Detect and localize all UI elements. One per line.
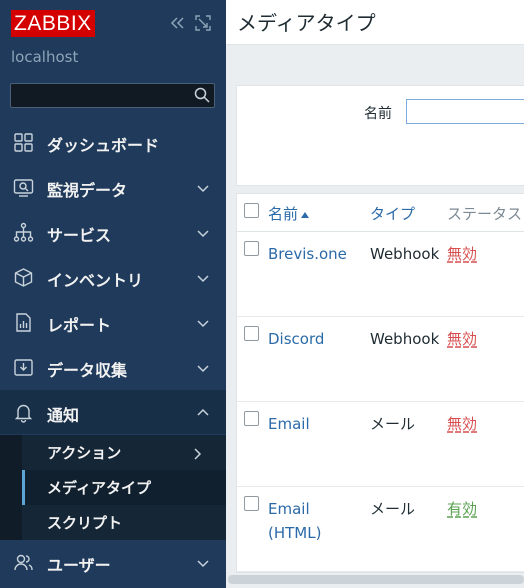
table-row: Email (HTML) メール 有効 [237, 487, 524, 572]
row-checkbox[interactable] [244, 411, 259, 426]
chevron-down-icon [196, 180, 210, 194]
media-type-table: 名前 タイプ ステータス Brevis.one Webhook 無効 Disco… [236, 193, 524, 573]
menu-item-monitoring[interactable]: 監視データ [0, 165, 226, 209]
media-type-type: メール [370, 500, 416, 518]
users-icon [13, 552, 34, 573]
menu-item-label: 監視データ [47, 181, 128, 200]
chevron-down-icon [196, 555, 210, 569]
submenu-item-actions[interactable]: アクション [22, 435, 226, 470]
status-toggle[interactable]: 無効 [447, 327, 477, 351]
column-header-type[interactable]: タイプ [370, 203, 415, 224]
status-toggle[interactable]: 有効 [447, 497, 477, 521]
search-icon[interactable] [194, 87, 210, 103]
sort-ascending-icon [301, 211, 310, 218]
media-type-name-link[interactable]: Brevis.one [268, 242, 356, 266]
menu-item-services[interactable]: サービス [0, 210, 226, 254]
table-row: Brevis.one Webhook 無効 [237, 232, 524, 317]
filter-name-label: 名前 [364, 106, 392, 122]
chevron-down-icon [196, 360, 210, 374]
menu-item-label: ダッシュボード [47, 136, 160, 155]
dashboard-icon [13, 132, 34, 153]
submenu-rail [0, 435, 22, 540]
chevron-right-icon [190, 446, 204, 465]
menu-item-dashboard[interactable]: ダッシュボード [0, 120, 226, 164]
media-type-name-link[interactable]: Email [268, 412, 356, 436]
row-checkbox[interactable] [244, 496, 259, 511]
horizontal-scrollbar[interactable] [228, 575, 524, 584]
submenu-item-scripts[interactable]: スクリプト [22, 505, 226, 540]
column-header-name[interactable]: 名前 [268, 203, 310, 224]
status-toggle[interactable]: 無効 [447, 412, 477, 436]
collapse-sidebar-icon[interactable] [168, 14, 186, 32]
menu-item-label: 通知 [47, 406, 80, 425]
row-checkbox[interactable] [244, 326, 259, 341]
media-type-name-link[interactable]: Email (HTML) [268, 497, 356, 545]
menu-item-label: レポート [47, 316, 112, 335]
menu-item-inventory[interactable]: インベントリ [0, 255, 226, 299]
bell-icon [13, 402, 34, 423]
page-title: メディアタイプ [237, 11, 376, 35]
chevron-up-icon [196, 405, 210, 419]
reports-icon [13, 312, 34, 333]
submenu-item-media-types[interactable]: メディアタイプ [22, 470, 226, 505]
status-toggle[interactable]: 無効 [447, 242, 477, 266]
column-header-status[interactable]: ステータス [447, 203, 522, 224]
chevron-down-icon [196, 270, 210, 284]
alerts-submenu: アクション メディアタイプ スクリプト [0, 435, 226, 540]
services-icon [13, 222, 34, 243]
menu-item-reports[interactable]: レポート [0, 300, 226, 344]
data-collection-icon [13, 357, 34, 378]
menu-item-label: データ収集 [47, 361, 128, 380]
media-type-type: Webhook [370, 245, 440, 263]
submenu-item-label: メディアタイプ [47, 479, 151, 497]
sidebar: ZABBIX localhost ダッシュボード 監視データ サービス インベン… [0, 0, 226, 588]
menu-item-label: サービス [47, 226, 112, 245]
table-row: Discord Webhook 無効 [237, 317, 524, 402]
chevron-down-icon [196, 225, 210, 239]
row-checkbox[interactable] [244, 241, 259, 256]
submenu-item-label: スクリプト [47, 514, 123, 532]
chevron-down-icon [196, 315, 210, 329]
menu-item-data-collection[interactable]: データ収集 [0, 345, 226, 389]
sidebar-search [10, 83, 215, 108]
page-header: メディアタイプ [226, 0, 524, 45]
filter-name-input[interactable] [406, 99, 524, 124]
media-type-type: Webhook [370, 330, 440, 348]
zabbix-logo[interactable]: ZABBIX [11, 10, 95, 37]
server-name: localhost [11, 48, 79, 66]
menu-item-alerts[interactable]: 通知 [0, 390, 226, 434]
select-all-checkbox[interactable] [244, 203, 259, 218]
monitoring-icon [13, 177, 34, 198]
submenu-item-label: アクション [47, 444, 122, 462]
menu-item-users[interactable]: ユーザー [0, 540, 226, 584]
table-header: 名前 タイプ ステータス [237, 194, 524, 232]
media-type-type: メール [370, 415, 416, 433]
menu-item-label: ユーザー [47, 556, 111, 575]
kiosk-mode-icon[interactable] [194, 14, 212, 32]
table-row: Email メール 無効 [237, 402, 524, 487]
inventory-icon [13, 267, 34, 288]
filter-panel: 名前 [236, 85, 524, 186]
sidebar-search-input[interactable] [11, 84, 186, 107]
menu-item-label: インベントリ [47, 271, 144, 290]
media-type-name-link[interactable]: Discord [268, 327, 356, 351]
